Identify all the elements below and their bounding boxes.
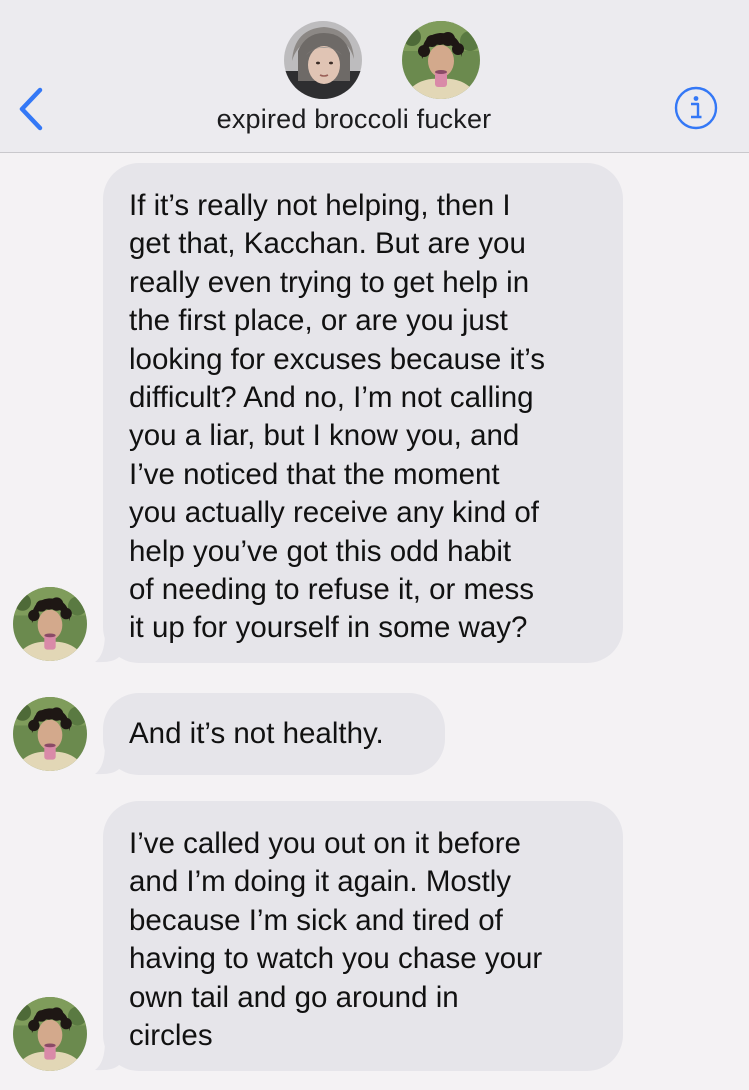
message-bubble[interactable]: If it’s really not helping, then I get t… <box>103 163 623 663</box>
curly-boy-avatar-photo <box>402 21 480 99</box>
conversation-header: expired broccoli fucker <box>0 0 749 153</box>
message-bubble[interactable]: And it’s not healthy. <box>103 693 445 775</box>
curly-boy-avatar-photo <box>13 587 87 661</box>
message-bubble[interactable]: I’ve called you out on it before and I’m… <box>103 801 623 1071</box>
girl-avatar-photo <box>284 21 362 99</box>
bubble-tail <box>95 633 119 663</box>
conversation-title[interactable]: expired broccoli fucker <box>0 104 708 135</box>
messages-screen: expired broccoli fucker If it’s really n… <box>0 0 749 1090</box>
participant-avatar-2[interactable] <box>402 21 480 99</box>
participant-avatar-1[interactable] <box>284 21 362 99</box>
info-icon <box>674 86 718 130</box>
curly-boy-avatar-photo <box>13 697 87 771</box>
sender-avatar[interactable] <box>13 587 87 661</box>
bubble-tail <box>95 745 119 775</box>
bubble-tail <box>95 1041 119 1071</box>
sender-avatar[interactable] <box>13 697 87 771</box>
curly-boy-avatar-photo <box>13 997 87 1071</box>
info-button[interactable] <box>673 85 719 131</box>
sender-avatar[interactable] <box>13 997 87 1071</box>
